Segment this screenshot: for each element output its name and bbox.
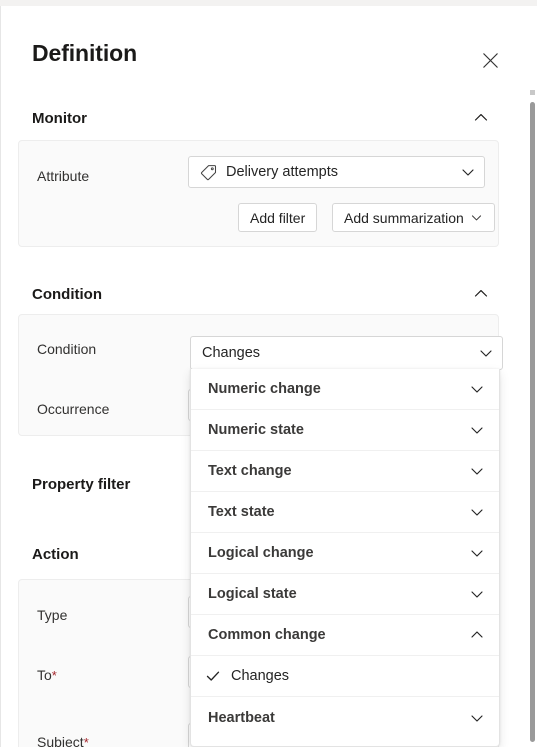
page-title: Definition	[32, 40, 138, 66]
add-filter-label: Add filter	[250, 209, 306, 226]
chevron-down-icon	[469, 463, 485, 479]
attribute-label: Attribute	[37, 168, 90, 184]
condition-value: Changes	[202, 345, 261, 361]
subject-label-text: Subject	[37, 734, 84, 747]
scrollbar-up-arrow[interactable]	[530, 90, 535, 95]
chevron-down-icon	[469, 504, 485, 520]
panel-scrollbar[interactable]	[527, 6, 537, 747]
chevron-up-icon	[469, 627, 485, 643]
chevron-down-icon	[478, 345, 494, 361]
condition-label: Condition	[37, 341, 97, 357]
dropdown-item-numeric-change[interactable]: Numeric change	[191, 369, 499, 410]
section-header-condition[interactable]: Condition	[32, 280, 489, 308]
dropdown-item-label: Logical state	[208, 586, 297, 602]
occurrence-label: Occurrence	[37, 401, 110, 417]
chevron-up-icon	[473, 110, 489, 126]
attribute-select[interactable]: Delivery attempts	[188, 156, 485, 188]
dropdown-item-label: Heartbeat	[208, 709, 275, 726]
dropdown-item-label: Changes	[231, 668, 290, 684]
required-asterisk: *	[83, 735, 89, 747]
close-button[interactable]	[474, 44, 506, 76]
attribute-value: Delivery attempts	[226, 164, 339, 180]
to-label-text: To	[37, 667, 52, 683]
section-header-monitor[interactable]: Monitor	[32, 104, 489, 132]
close-icon	[482, 52, 499, 69]
tag-icon	[200, 164, 217, 181]
add-summarization-label: Add summarization	[344, 209, 464, 226]
monitor-card: Attribute Delivery attempts Add filter A…	[18, 140, 499, 247]
dropdown-item-text-state[interactable]: Text state	[191, 492, 499, 533]
dropdown-item-label: Numeric state	[208, 422, 304, 438]
section-title-condition: Condition	[32, 285, 102, 303]
to-label: To*	[37, 668, 57, 682]
dropdown-item-label: Common change	[208, 627, 326, 643]
dropdown-item-logical-state[interactable]: Logical state	[191, 574, 499, 615]
section-header-action[interactable]: Action	[32, 546, 79, 563]
chevron-down-icon	[469, 710, 485, 726]
add-filter-button[interactable]: Add filter	[238, 203, 318, 232]
add-summarization-button[interactable]: Add summarization	[332, 203, 495, 232]
dropdown-item-label: Logical change	[208, 545, 314, 561]
chevron-down-icon	[470, 211, 483, 224]
chevron-down-icon	[469, 545, 485, 561]
dropdown-item-changes[interactable]: Changes	[191, 656, 499, 697]
required-asterisk: *	[51, 668, 57, 683]
section-header-property-filter[interactable]: Property filter	[32, 476, 130, 493]
definition-panel: Definition Monitor Attribute Delivery at…	[1, 6, 520, 747]
type-label: Type	[37, 607, 68, 623]
chevron-up-icon	[473, 286, 489, 302]
dropdown-item-heartbeat[interactable]: Heartbeat	[191, 697, 499, 738]
chevron-down-icon	[469, 381, 485, 397]
panel-header: Definition	[1, 6, 520, 80]
chevron-down-icon	[469, 586, 485, 602]
dropdown-item-numeric-state[interactable]: Numeric state	[191, 410, 499, 451]
definition-panel-screen: Definition Monitor Attribute Delivery at…	[0, 0, 537, 747]
dropdown-item-text-change[interactable]: Text change	[191, 451, 499, 492]
check-icon	[204, 667, 222, 685]
condition-select[interactable]: Changes	[190, 336, 503, 370]
dropdown-item-label: Numeric change	[208, 381, 321, 397]
dropdown-item-logical-change[interactable]: Logical change	[191, 533, 499, 574]
dropdown-item-common-change[interactable]: Common change	[191, 615, 499, 656]
section-title-monitor: Monitor	[32, 109, 87, 127]
condition-dropdown-list[interactable]: Numeric change Numeric state Text change…	[190, 369, 500, 747]
scrollbar-thumb[interactable]	[530, 102, 535, 742]
dropdown-item-label: Text state	[208, 504, 275, 520]
chevron-down-icon	[469, 422, 485, 438]
chevron-down-icon	[460, 164, 476, 180]
subject-label: Subject*	[37, 735, 89, 747]
dropdown-item-label: Text change	[208, 463, 292, 479]
